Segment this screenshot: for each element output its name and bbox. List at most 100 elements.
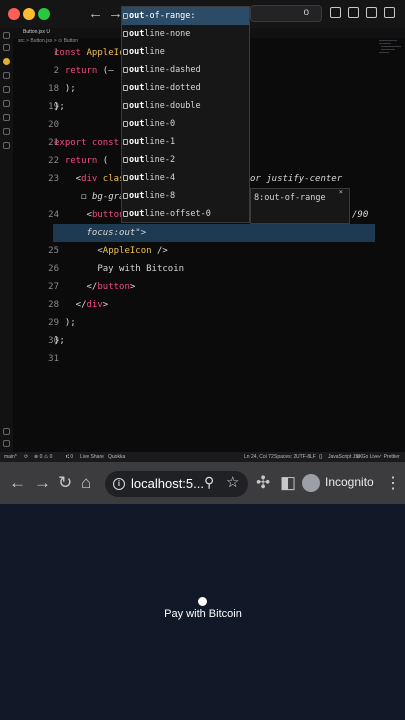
code-text: return (– <box>54 62 114 80</box>
suggestion-item[interactable]: outline-8 <box>122 187 249 205</box>
code-token: </ <box>54 300 87 310</box>
suggestion-match: out <box>129 47 145 57</box>
customize-layout-icon[interactable] <box>384 7 395 18</box>
eol-status[interactable]: LF <box>310 452 316 462</box>
back-arrow-icon[interactable]: ← <box>9 473 26 493</box>
suggestion-item[interactable]: outline-dashed <box>122 61 249 79</box>
browser-menu-icon[interactable]: ⋮ <box>385 473 401 493</box>
quokka-status[interactable]: Quokka <box>108 452 125 462</box>
go-live-status[interactable]: ⊘ Go Live <box>356 452 379 462</box>
suggestion-item[interactable]: out-of-range: <box>122 7 249 25</box>
code-token: }; <box>54 336 65 346</box>
code-token: focus:out <box>54 228 136 238</box>
address-bar[interactable]: i localhost:5... ⚲ ☆ <box>105 471 248 497</box>
extensions-icon[interactable]: ✣ <box>256 473 270 493</box>
toggle-secondary-sidebar-icon[interactable] <box>366 7 377 18</box>
suggestion-match: out <box>129 209 145 219</box>
site-info-icon[interactable]: i <box>113 478 125 490</box>
command-center-search[interactable]: o <box>250 5 322 22</box>
code-text: ); <box>54 314 76 332</box>
maximize-window-button[interactable] <box>38 8 50 20</box>
timeline-icon[interactable] <box>3 142 10 149</box>
live-share-status[interactable]: Live Share <box>80 452 104 462</box>
suggestion-item[interactable]: outline-offset-0 <box>122 205 249 223</box>
minimize-window-button[interactable] <box>23 8 35 20</box>
accounts-icon[interactable] <box>3 428 10 435</box>
braces-icon[interactable]: {} <box>319 452 322 462</box>
close-icon[interactable]: × <box>339 188 343 196</box>
sync-icon[interactable]: ⟳ <box>24 452 28 462</box>
extensions-icon[interactable] <box>3 86 10 93</box>
search-icon[interactable] <box>3 44 10 51</box>
bookmark-star-icon[interactable]: ☆ <box>226 473 239 491</box>
close-window-button[interactable] <box>8 8 20 20</box>
suggestion-item[interactable]: outline-none <box>122 25 249 43</box>
code-token: const <box>54 48 87 58</box>
pay-with-bitcoin-button[interactable]: Pay with Bitcoin <box>160 596 246 624</box>
line-number: 20 <box>48 120 59 130</box>
code-token: ); <box>54 318 76 328</box>
problems-status[interactable]: ⊗ 0 ⚠ 0 <box>34 452 52 462</box>
code-line[interactable]: 29 ); <box>13 314 375 332</box>
browser-toolbar: ← → ↻ ⌂ i localhost:5... ⚲ ☆ ✣ ◧ Incogni… <box>0 462 405 504</box>
code-line[interactable]: 27 </button> <box>13 278 375 296</box>
code-token: button <box>97 282 130 292</box>
ports-status[interactable]: ⑆ 0 <box>66 452 73 462</box>
back-arrow-icon[interactable]: ← <box>88 5 103 22</box>
suggestion-item[interactable]: outline-double <box>122 97 249 115</box>
suggestion-match: out <box>129 29 145 39</box>
search-query: o <box>303 7 309 18</box>
reload-icon[interactable]: ↻ <box>58 473 72 493</box>
code-text: }; <box>54 332 65 350</box>
code-line[interactable]: 25 <AppleIcon /> <box>13 242 375 260</box>
live-share-icon[interactable] <box>3 128 10 135</box>
suggestion-detail-text: 8:out-of-range <box>254 193 326 203</box>
code-text: Pay with Bitcoin <box>54 260 184 278</box>
code-line[interactable]: 31 <box>13 350 375 368</box>
suggestion-item[interactable]: outline-0 <box>122 115 249 133</box>
suggestion-item[interactable]: outline-dotted <box>122 79 249 97</box>
forward-arrow-icon[interactable]: → <box>34 473 51 493</box>
code-token: ◻ <box>54 192 92 202</box>
prettier-status[interactable]: ✓ Prettier <box>378 452 400 462</box>
code-text: ); <box>54 80 76 98</box>
line-number: 31 <box>48 354 59 364</box>
testing-icon[interactable] <box>3 114 10 121</box>
code-line[interactable]: focus:out"> <box>13 224 375 242</box>
run-debug-icon[interactable] <box>3 72 10 79</box>
incognito-icon[interactable] <box>302 474 320 492</box>
cursor-position[interactable]: Ln 24, Col 72 <box>244 452 274 462</box>
toggle-sidebar-icon[interactable] <box>330 7 341 18</box>
incognito-label[interactable]: Incognito <box>325 475 374 489</box>
suggestion-item[interactable]: outline-4 <box>122 169 249 187</box>
code-line[interactable]: 30}; <box>13 332 375 350</box>
suggestion-item[interactable]: outline-1 <box>122 133 249 151</box>
suggestion-match: out <box>129 173 145 183</box>
minimap[interactable] <box>375 38 405 458</box>
code-text: <AppleIcon /> <box>54 242 167 260</box>
explorer-icon[interactable] <box>3 32 10 39</box>
remote-explorer-icon[interactable] <box>3 100 10 107</box>
suggestion-item[interactable]: outline <box>122 43 249 61</box>
manage-gear-icon[interactable] <box>3 440 10 447</box>
side-panel-icon[interactable]: ◧ <box>280 473 296 493</box>
suggestion-match: out <box>129 101 145 111</box>
zoom-icon[interactable]: ⚲ <box>204 474 214 491</box>
tab-button-jsx[interactable]: Button.jsx U <box>23 29 50 35</box>
suggestion-rest: line-offset-0 <box>144 209 211 219</box>
property-icon <box>123 211 128 217</box>
status-bar: main* ⟳ ⊗ 0 ⚠ 0 ⑆ 0 Live Share Quokka Ln… <box>0 452 405 462</box>
suggestion-match: out <box>129 119 145 129</box>
suggestion-rest: line-0 <box>144 119 176 129</box>
code-line[interactable]: 26 Pay with Bitcoin <box>13 260 375 278</box>
code-token: }; <box>54 102 65 112</box>
encoding-status[interactable]: UTF-8 <box>296 452 310 462</box>
home-icon[interactable]: ⌂ <box>81 473 91 493</box>
branch-status[interactable]: main* <box>4 452 17 462</box>
indentation-status[interactable]: Spaces: 2 <box>274 452 296 462</box>
toggle-panel-icon[interactable] <box>348 7 359 18</box>
suggestion-item[interactable]: outline-2 <box>122 151 249 169</box>
source-control-icon[interactable] <box>3 58 10 65</box>
code-line[interactable]: 28 </div> <box>13 296 375 314</box>
property-icon <box>123 193 128 199</box>
